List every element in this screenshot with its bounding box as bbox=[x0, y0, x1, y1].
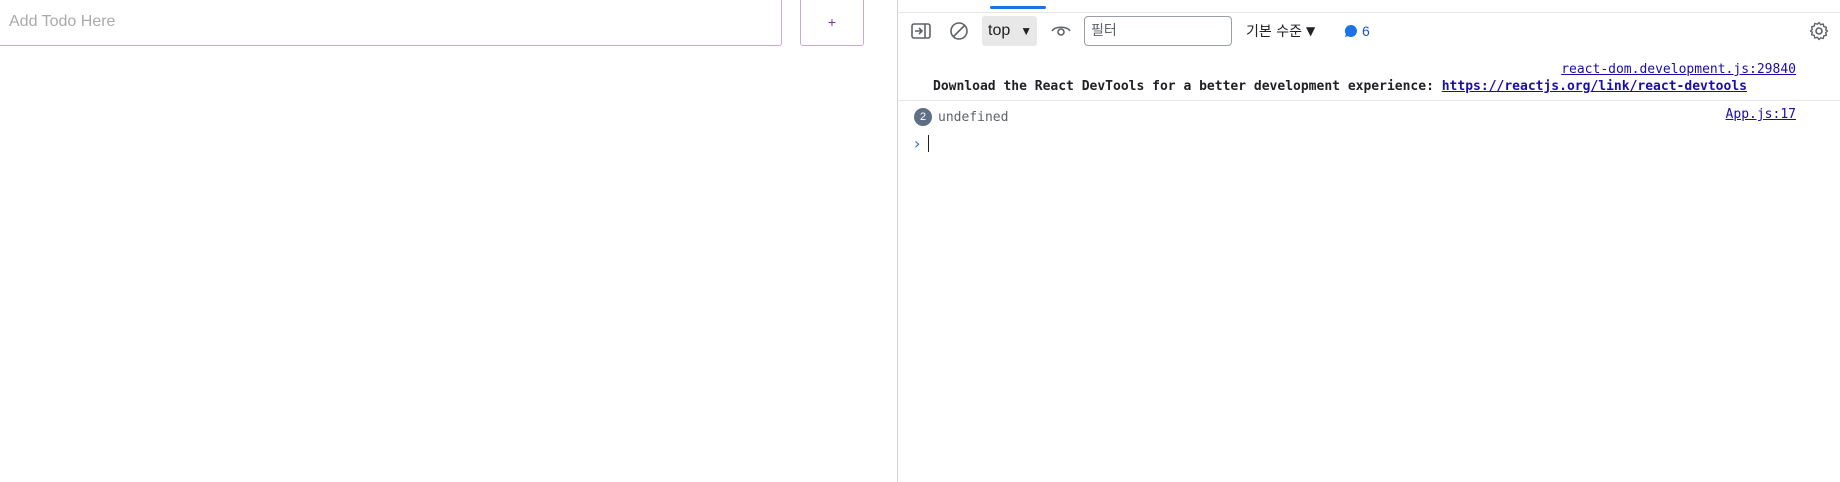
context-select-value: top bbox=[988, 22, 1011, 39]
caret-down-icon: ▼ bbox=[1305, 24, 1316, 38]
app-pane: + bbox=[0, 0, 897, 482]
context-select[interactable]: top ▼ bbox=[982, 16, 1037, 46]
active-tab-indicator bbox=[990, 6, 1046, 9]
console-message: Download the React DevTools for a better… bbox=[933, 79, 1747, 94]
divider bbox=[898, 100, 1840, 101]
repeat-count-badge: 2 bbox=[914, 108, 932, 126]
console-toolbar: top ▼ 기본 수준 ▼ 6 bbox=[898, 13, 1840, 49]
message-text: Download the React DevTools for a better… bbox=[933, 79, 1442, 94]
devtools-tab-strip bbox=[898, 0, 1840, 13]
message-count[interactable]: 6 bbox=[1344, 13, 1370, 49]
message-text: undefined bbox=[938, 109, 1009, 125]
live-expression-eye-icon[interactable] bbox=[1048, 13, 1074, 49]
add-todo-button[interactable]: + bbox=[800, 0, 864, 46]
filter-input-wrapper bbox=[1084, 16, 1232, 46]
clear-console-icon[interactable] bbox=[946, 13, 972, 49]
console-message: 2 undefined bbox=[914, 104, 1008, 130]
log-levels-label: 기본 수준 bbox=[1246, 24, 1302, 40]
message-bubble-icon bbox=[1344, 24, 1357, 37]
source-link[interactable]: App.js:17 bbox=[1726, 107, 1796, 122]
sidebar-toggle-icon[interactable] bbox=[908, 13, 934, 49]
source-link[interactable]: react-dom.development.js:29840 bbox=[1561, 62, 1796, 77]
todo-input[interactable] bbox=[0, 0, 781, 45]
filter-input[interactable] bbox=[1085, 17, 1231, 45]
console-prompt[interactable]: › bbox=[914, 132, 930, 154]
settings-gear-icon[interactable] bbox=[1804, 13, 1834, 49]
caret-down-icon: ▼ bbox=[1020, 24, 1033, 38]
message-count-value: 6 bbox=[1362, 23, 1370, 39]
todo-input-wrapper bbox=[0, 0, 782, 46]
text-cursor bbox=[928, 134, 930, 152]
chevron-right-icon: › bbox=[914, 133, 921, 153]
message-link[interactable]: https://reactjs.org/link/react-devtools bbox=[1442, 79, 1747, 94]
devtools-panel: top ▼ 기본 수준 ▼ 6 react-dom.development.js… bbox=[897, 0, 1840, 482]
log-levels-dropdown[interactable]: 기본 수준 ▼ bbox=[1246, 13, 1315, 49]
